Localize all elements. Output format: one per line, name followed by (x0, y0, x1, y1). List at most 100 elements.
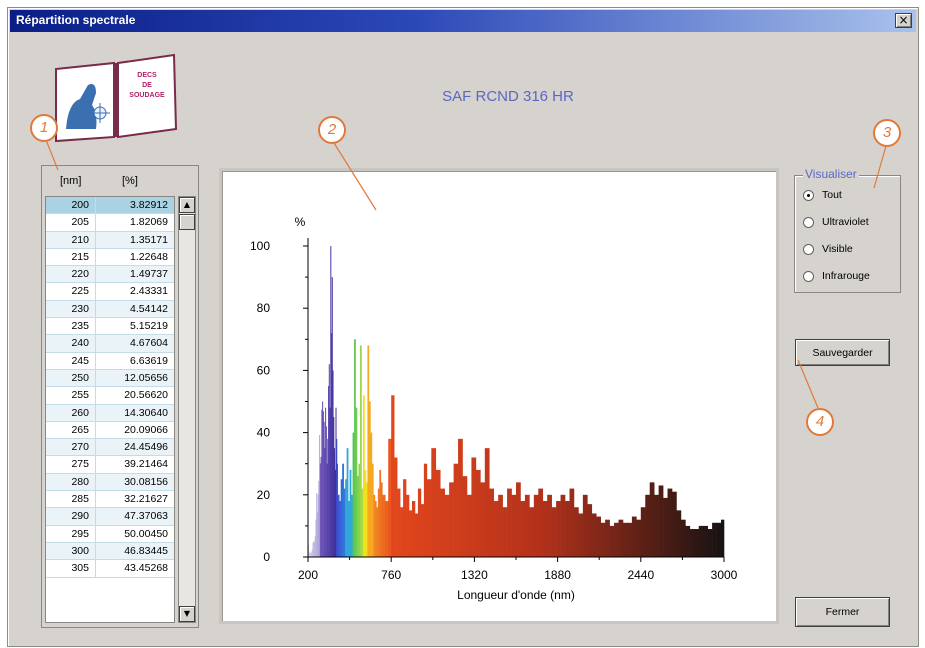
spectrum-bar (458, 438, 463, 557)
spectrum-bar (582, 494, 588, 557)
spectrum-bar (663, 497, 668, 557)
table-row[interactable]: 265 20.09066 (46, 421, 174, 440)
save-button[interactable]: Sauvegarder (795, 339, 890, 366)
table-cell-percent: 50.00450 (124, 527, 168, 540)
spectrum-bar (409, 510, 413, 557)
spectrum-bar (400, 507, 404, 557)
table-cell-percent: 4.54142 (130, 302, 168, 315)
scroll-thumb[interactable] (179, 214, 195, 230)
table-cell-nm: 275 (46, 456, 96, 473)
spectrum-bar (449, 482, 454, 557)
spectrum-bar (423, 463, 428, 557)
y-tick-label: 100 (250, 239, 270, 253)
table-row[interactable]: 205 1.82069 (46, 214, 174, 232)
x-tick-label: 760 (381, 568, 401, 582)
table-cell-percent: 39.21464 (124, 458, 168, 471)
x-tick-label: 3000 (711, 568, 738, 582)
table-cell-nm: 230 (46, 300, 96, 318)
spectrum-bar (676, 510, 682, 557)
book-text-2: DE (142, 82, 152, 89)
table-row[interactable]: 300 46.83445 (46, 542, 174, 561)
radio-infrarouge[interactable]: Infrarouge (803, 270, 870, 282)
spectrum-bar (591, 513, 597, 557)
spectrum-bar (596, 516, 601, 557)
table-row[interactable]: 275 39.21464 (46, 456, 174, 474)
spectrum-bar (507, 488, 512, 557)
table-header: [nm] [%] (42, 166, 198, 192)
radio-infrarouge-circle[interactable] (803, 270, 814, 282)
table-row[interactable]: 250 12.05656 (46, 369, 174, 388)
spectrum-bar (426, 479, 432, 557)
spectrum-bar (475, 469, 481, 557)
table-row[interactable]: 230 4.54142 (46, 300, 174, 319)
table-cell-nm: 265 (46, 421, 96, 439)
visualiser-group: Visualiser Tout Ultraviolet Visible Infr… (794, 167, 901, 293)
table-row[interactable]: 280 30.08156 (46, 473, 174, 492)
radio-visible-circle[interactable] (803, 243, 814, 255)
x-axis-label: Longueur d'onde (nm) (457, 588, 575, 602)
radio-tout[interactable]: Tout (803, 189, 842, 201)
scroll-down-arrow-icon[interactable]: ▼ (179, 606, 195, 622)
table-row[interactable]: 210 1.35171 (46, 231, 174, 249)
spectrum-bar (382, 494, 386, 557)
spectrum-bar (600, 522, 606, 557)
table-row[interactable]: 260 14.30640 (46, 404, 174, 422)
table-row[interactable]: 200 3.82912 (46, 197, 174, 215)
table-row[interactable]: 295 50.00450 (46, 525, 174, 543)
spectrum-bar (703, 525, 708, 557)
table-row[interactable]: 220 1.49737 (46, 266, 174, 284)
spectrum-bar (565, 501, 570, 557)
table-row[interactable]: 285 32.21627 (46, 491, 174, 509)
table-row[interactable]: 235 5.15219 (46, 318, 174, 336)
table-cell-nm: 240 (46, 335, 96, 352)
spectrum-bar (480, 482, 486, 557)
window-title: Répartition spectrale (16, 13, 136, 27)
spectral-distribution-window: Répartition spectrale × DECS DE SOUDAGE … (7, 7, 919, 647)
radio-ultraviolet[interactable]: Ultraviolet (803, 216, 869, 228)
spectrum-bar (414, 513, 419, 557)
spectrum-bar (435, 469, 441, 557)
table-cell-percent: 20.56620 (124, 389, 168, 402)
table-cell-percent: 1.35171 (130, 233, 168, 246)
table-cell-percent: 12.05656 (124, 371, 168, 384)
title-bar[interactable]: Répartition spectrale × (10, 10, 916, 32)
table-row[interactable]: 245 6.63619 (46, 352, 174, 370)
radio-ultraviolet-circle[interactable] (803, 216, 814, 228)
table-cell-percent: 24.45496 (124, 441, 168, 454)
spectrum-bar (614, 522, 619, 557)
callout-3: 3 (873, 119, 901, 147)
table-row[interactable]: 305 43.45268 (46, 560, 174, 578)
spectrum-bar (721, 519, 725, 557)
spectrum-bar (462, 476, 468, 557)
spectrum-bar (649, 482, 655, 557)
spectrum-bar (618, 519, 624, 557)
visualiser-label: Visualiser (803, 167, 859, 181)
spectrum-bar (654, 494, 659, 557)
book-text-3: SOUDAGE (129, 92, 165, 99)
scroll-up-arrow-icon[interactable]: ▲ (179, 197, 195, 213)
y-tick-label: 80 (257, 301, 271, 315)
table-cell-percent: 30.08156 (124, 475, 168, 488)
table-row[interactable]: 290 47.37063 (46, 508, 174, 526)
table-row[interactable]: 240 4.67604 (46, 335, 174, 353)
spectrum-bar (394, 457, 398, 557)
y-tick-label: 20 (257, 488, 271, 502)
close-button[interactable]: Fermer (795, 597, 890, 627)
table-cell-nm: 220 (46, 266, 96, 283)
spectrum-bar (551, 507, 557, 557)
table-cell-nm: 280 (46, 473, 96, 491)
radio-tout-circle[interactable] (803, 189, 814, 201)
close-window-button[interactable]: × (895, 13, 912, 28)
table-row[interactable]: 270 24.45496 (46, 439, 174, 457)
radio-infrarouge-label: Infrarouge (822, 270, 870, 282)
spectrum-bar (493, 501, 499, 557)
spectrum-bar (640, 507, 646, 557)
radio-tout-label: Tout (822, 189, 842, 201)
table-scrollbar[interactable]: ▲ ▼ (178, 196, 196, 623)
table-row[interactable]: 255 20.56620 (46, 387, 174, 405)
radio-visible[interactable]: Visible (803, 243, 853, 255)
table-row[interactable]: 225 2.43331 (46, 283, 174, 301)
x-tick-label: 2440 (627, 568, 654, 582)
table-cell-nm: 215 (46, 248, 96, 266)
table-row[interactable]: 215 1.22648 (46, 248, 174, 267)
